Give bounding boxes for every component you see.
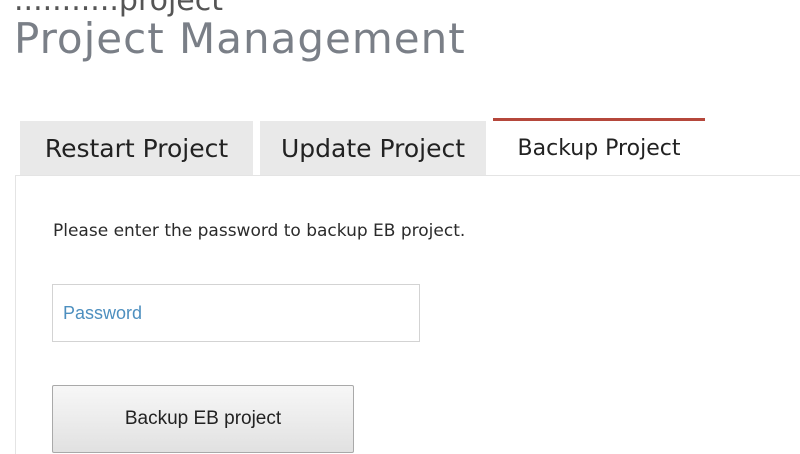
tab-update-project[interactable]: Update Project [260,121,486,175]
tab-backup-project[interactable]: Backup Project [493,118,705,175]
backup-instruction-text: Please enter the password to backup EB p… [53,221,466,241]
password-input[interactable] [52,284,420,342]
tab-restart-project[interactable]: Restart Project [20,121,253,175]
project-management-page: ...........project Project Management Re… [0,0,800,454]
page-title: Project Management [14,14,466,63]
backup-eb-project-button[interactable]: Backup EB project [52,385,354,453]
tab-bar: Restart Project Update Project Backup Pr… [20,118,705,175]
